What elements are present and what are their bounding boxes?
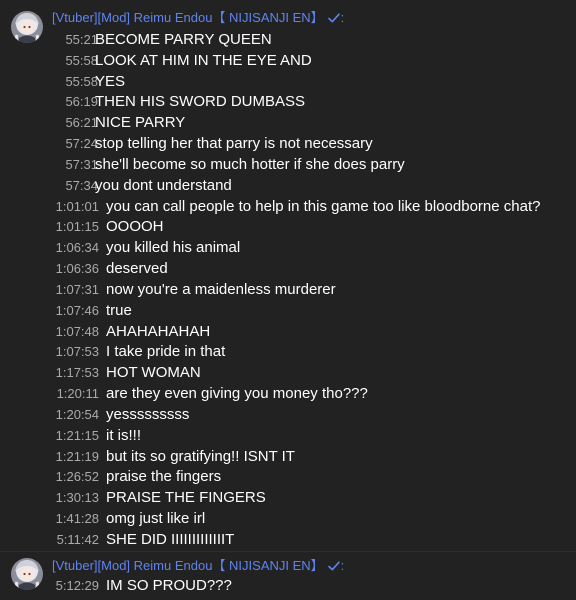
chat-message[interactable]: 1:30:13 PRAISE THE FINGERS <box>0 487 576 508</box>
message-text: LOOK AT HIM IN THE EYE AND <box>95 52 312 69</box>
timestamp: 55:58 <box>65 74 98 89</box>
author-line: [Vtuber][Mod] Reimu Endou【 NIJISANJI EN】… <box>52 9 344 27</box>
chat-message[interactable]: 1:07:48 AHAHAHAHAH <box>0 321 576 342</box>
timestamp: 1:21:19 <box>55 449 99 464</box>
timestamp: 1:01:15 <box>55 219 99 234</box>
timestamp: 56:19 <box>65 94 98 109</box>
timestamp: 1:06:36 <box>55 261 99 276</box>
checkmark-icon <box>327 11 340 29</box>
timestamp: 1:41:28 <box>55 511 99 526</box>
chat-message-group: [Vtuber][Mod] Reimu Endou【 NIJISANJI EN】… <box>0 552 576 600</box>
message-text: praise the fingers <box>106 468 222 485</box>
author-name[interactable]: [Vtuber][Mod] Reimu Endou【 NIJISANJI EN】 <box>52 10 324 25</box>
message-text: THEN HIS SWORD DUMBASS <box>95 93 306 110</box>
timestamp: 1:20:54 <box>55 407 99 422</box>
message-text: true <box>106 302 132 319</box>
chat-message[interactable]: 1:01:15 OOOOH <box>0 216 576 237</box>
timestamp: 1:20:11 <box>56 386 99 401</box>
chat-log: [Vtuber][Mod] Reimu Endou【 NIJISANJI EN】… <box>0 0 576 600</box>
chat-message[interactable]: 1:41:28 omg just like irl <box>0 508 576 529</box>
chat-message[interactable]: 1:26:52 praise the fingers <box>0 466 576 487</box>
timestamp: 55:21 <box>65 32 98 47</box>
timestamp: 5:11:42 <box>56 532 99 547</box>
message-text: are they even giving you money tho??? <box>106 385 368 402</box>
message-text: but its so gratifying!! ISNT IT <box>106 448 295 465</box>
message-text: stop telling her that parry is not neces… <box>95 135 373 152</box>
message-text: HOT WOMAN <box>106 364 201 381</box>
message-text: PRAISE THE FINGERS <box>106 489 266 506</box>
timestamp: 57:34 <box>65 178 98 193</box>
timestamp: 56:21 <box>65 115 98 130</box>
message-text: YES <box>95 73 126 90</box>
author-line: [Vtuber][Mod] Reimu Endou【 NIJISANJI EN】… <box>52 557 344 575</box>
chat-message[interactable]: 57:24 stop telling her that parry is not … <box>0 133 576 154</box>
timestamp: 5:12:29 <box>55 578 99 593</box>
chat-message[interactable]: 55:21 BECOME PARRY QUEEN <box>0 29 576 50</box>
message-text: it is!!! <box>106 427 142 444</box>
chat-message[interactable]: 5:11:42 SHE DID IIIIIIIIIIIIIT <box>0 529 576 550</box>
timestamp: 1:30:13 <box>55 490 99 505</box>
message-text: omg just like irl <box>106 510 206 527</box>
message-text: IM SO PROUD??? <box>106 577 232 594</box>
message-text: SHE DID IIIIIIIIIIIIIT <box>106 531 235 548</box>
chat-message[interactable]: 1:06:36 deserved <box>0 258 576 279</box>
message-text: BECOME PARRY QUEEN <box>95 31 272 48</box>
timestamp: 1:07:46 <box>55 303 99 318</box>
message-text: you dont understand <box>95 177 232 194</box>
timestamp: 1:06:34 <box>55 240 99 255</box>
chat-message[interactable]: 55:58 LOOK AT HIM IN THE EYE AND <box>0 50 576 71</box>
timestamp: 1:07:48 <box>55 324 99 339</box>
chat-message-group: [Vtuber][Mod] Reimu Endou【 NIJISANJI EN】… <box>0 0 576 551</box>
timestamp: 1:26:52 <box>55 469 99 484</box>
chat-message[interactable]: 56:19 THEN HIS SWORD DUMBASS <box>0 91 576 112</box>
chat-message[interactable]: 1:07:46 true <box>0 300 576 321</box>
timestamp: 1:21:15 <box>55 428 99 443</box>
message-text: deserved <box>106 260 168 277</box>
chat-message[interactable]: 1:21:15 it is!!! <box>0 425 576 446</box>
message-text: NICE PARRY <box>95 114 186 131</box>
chat-message[interactable]: 1:01:01 you can call people to help in th… <box>0 196 576 217</box>
message-text: you can call people to help in this game… <box>106 198 541 215</box>
timestamp: 1:07:53 <box>55 344 99 359</box>
chat-message[interactable]: 1:20:11 are they even giving you money th… <box>0 383 576 404</box>
chat-message[interactable]: 1:07:31 now you're a maidenless murderer <box>0 279 576 300</box>
message-text: you killed his animal <box>106 239 241 256</box>
author-name[interactable]: [Vtuber][Mod] Reimu Endou【 NIJISANJI EN】 <box>52 558 324 573</box>
chat-message[interactable]: 1:06:34 you killed his animal <box>0 237 576 258</box>
message-text: AHAHAHAHAH <box>106 323 211 340</box>
chat-message[interactable]: 57:31 she'll become so much hotter if she… <box>0 154 576 175</box>
timestamp: 57:24 <box>65 136 98 151</box>
author-colon: : <box>340 10 345 25</box>
message-text: yesssssssss <box>106 406 190 423</box>
message-text: she'll become so much hotter if she does… <box>95 156 405 173</box>
chat-message[interactable]: 57:34 you dont understand <box>0 175 576 196</box>
chat-message[interactable]: 55:58 YES <box>0 71 576 92</box>
message-text: now you're a maidenless murderer <box>106 281 336 298</box>
timestamp: 1:01:01 <box>55 199 99 214</box>
chat-message[interactable]: 1:21:19 but its so gratifying!! ISNT IT <box>0 446 576 467</box>
timestamp: 57:31 <box>65 157 98 172</box>
timestamp: 1:07:31 <box>55 282 99 297</box>
chat-message[interactable]: 5:12:29 IM SO PROUD??? <box>0 575 576 596</box>
timestamp: 1:17:53 <box>55 365 99 380</box>
message-text: OOOOH <box>106 218 164 235</box>
chat-message[interactable]: 1:07:53 I take pride in that <box>0 341 576 362</box>
author-colon: : <box>340 558 345 573</box>
chat-message[interactable]: 1:20:54 yesssssssss <box>0 404 576 425</box>
chat-message[interactable]: 56:21 NICE PARRY <box>0 112 576 133</box>
timestamp: 55:58 <box>65 53 98 68</box>
chat-message[interactable]: 1:17:53 HOT WOMAN <box>0 362 576 383</box>
message-text: I take pride in that <box>106 343 226 360</box>
